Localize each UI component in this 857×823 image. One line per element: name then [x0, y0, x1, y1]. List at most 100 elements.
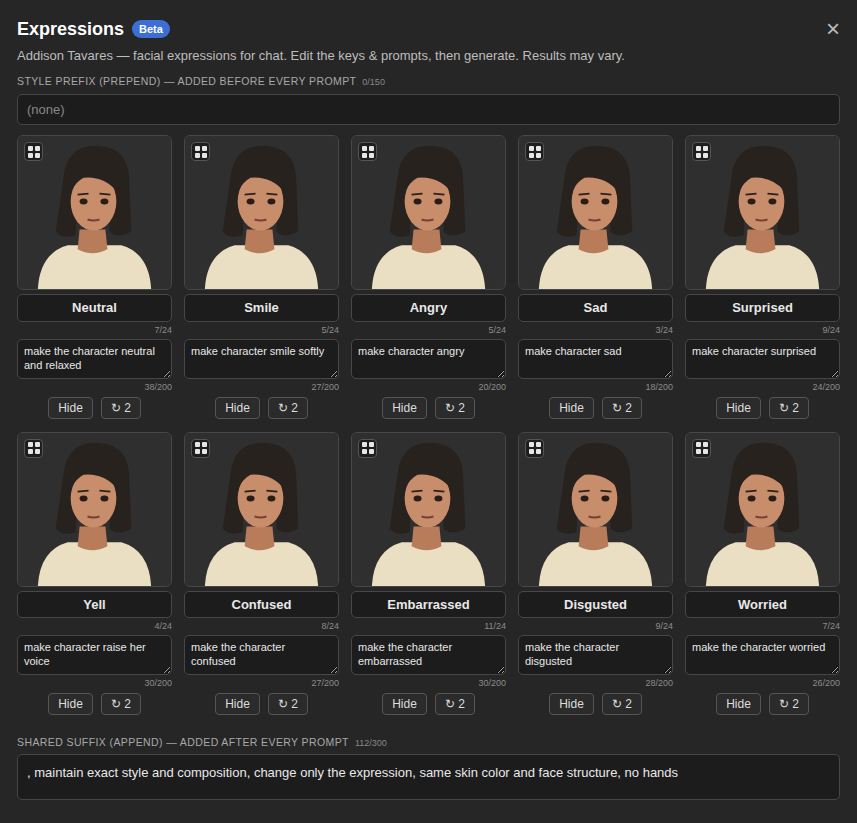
regenerate-count: 2 [458, 401, 465, 415]
regenerate-button[interactable]: ↻ 2 [101, 397, 141, 419]
prompt-count: 30/200 [17, 677, 172, 690]
key-count: 9/24 [518, 620, 673, 633]
regenerate-button[interactable]: ↻ 2 [769, 397, 809, 419]
hide-button[interactable]: Hide [215, 693, 260, 715]
hide-button[interactable]: Hide [215, 397, 260, 419]
regenerate-button[interactable]: ↻ 2 [101, 693, 141, 715]
prefix-input[interactable] [17, 94, 840, 125]
prompt-count: 38/200 [17, 381, 172, 394]
prompt-input[interactable]: make character raise her voice [17, 635, 172, 675]
key-input[interactable] [351, 591, 506, 619]
prompt-input[interactable]: make the character confused [184, 635, 339, 675]
expression-image[interactable] [17, 432, 172, 587]
grid-icon[interactable] [191, 439, 210, 458]
prompt-input[interactable]: make the character neutral and relaxed [17, 339, 172, 379]
regenerate-count: 2 [458, 697, 465, 711]
prompt-input[interactable]: make character angry [351, 339, 506, 379]
expression-grid: 7/24make the character neutral and relax… [17, 135, 840, 715]
expression-image[interactable] [685, 135, 840, 290]
grid-icon[interactable] [24, 142, 43, 161]
hide-button[interactable]: Hide [48, 693, 93, 715]
regenerate-button[interactable]: ↻ 2 [435, 397, 475, 419]
hide-button[interactable]: Hide [48, 397, 93, 419]
key-input[interactable] [17, 294, 172, 322]
grid-icon[interactable] [692, 439, 711, 458]
suffix-count: 112/300 [355, 738, 387, 748]
prefix-count: 0/150 [362, 77, 385, 87]
hide-button[interactable]: Hide [549, 693, 594, 715]
prefix-label-text: STYLE PREFIX (PREPEND) — ADDED BEFORE EV… [17, 75, 356, 87]
grid-icon[interactable] [358, 142, 377, 161]
prompt-count: 20/200 [351, 381, 506, 394]
expression-image[interactable] [184, 432, 339, 587]
expression-card: 7/24make the character worried26/200Hide… [685, 432, 840, 716]
key-input[interactable] [17, 591, 172, 619]
prompt-input[interactable]: make the character embarrassed [351, 635, 506, 675]
expression-card: 4/24make character raise her voice30/200… [17, 432, 172, 716]
regenerate-count: 2 [124, 697, 131, 711]
hide-button[interactable]: Hide [716, 397, 761, 419]
hide-button[interactable]: Hide [549, 397, 594, 419]
expression-image[interactable] [685, 432, 840, 587]
card-actions: Hide ↻ 2 [518, 397, 673, 419]
regenerate-count: 2 [792, 697, 799, 711]
regenerate-icon: ↻ [111, 697, 121, 711]
regenerate-button[interactable]: ↻ 2 [268, 693, 308, 715]
regenerate-button[interactable]: ↻ 2 [602, 693, 642, 715]
card-actions: Hide ↻ 2 [685, 693, 840, 715]
regenerate-icon: ↻ [779, 401, 789, 415]
prompt-input[interactable]: make character smile softly [184, 339, 339, 379]
expression-card: 5/24make character smile softly27/200Hid… [184, 135, 339, 419]
regenerate-icon: ↻ [278, 401, 288, 415]
grid-icon[interactable] [358, 439, 377, 458]
regenerate-icon: ↻ [779, 697, 789, 711]
key-input[interactable] [184, 591, 339, 619]
expression-image[interactable] [351, 432, 506, 587]
key-input[interactable] [518, 591, 673, 619]
regenerate-button[interactable]: ↻ 2 [769, 693, 809, 715]
grid-icon[interactable] [525, 142, 544, 161]
expression-image[interactable] [351, 135, 506, 290]
regenerate-count: 2 [625, 401, 632, 415]
regenerate-icon: ↻ [612, 401, 622, 415]
key-input[interactable] [351, 294, 506, 322]
card-actions: Hide ↻ 2 [17, 397, 172, 419]
key-count: 8/24 [184, 620, 339, 633]
prompt-count: 30/200 [351, 677, 506, 690]
prompt-input[interactable]: make the character disgusted [518, 635, 673, 675]
grid-icon[interactable] [525, 439, 544, 458]
expression-image[interactable] [184, 135, 339, 290]
prefix-label: STYLE PREFIX (PREPEND) — ADDED BEFORE EV… [17, 74, 840, 89]
regenerate-button[interactable]: ↻ 2 [435, 693, 475, 715]
expression-image[interactable] [518, 135, 673, 290]
suffix-input[interactable]: , maintain exact style and composition, … [17, 754, 840, 800]
subtitle: Addison Tavares — facial expressions for… [17, 47, 840, 65]
key-input[interactable] [685, 294, 840, 322]
regenerate-button[interactable]: ↻ 2 [268, 397, 308, 419]
key-count: 5/24 [184, 324, 339, 337]
prompt-input[interactable]: make the character worried [685, 635, 840, 675]
grid-icon[interactable] [191, 142, 210, 161]
beta-badge: Beta [132, 20, 170, 38]
hide-button[interactable]: Hide [382, 693, 427, 715]
close-button[interactable]: × [824, 19, 842, 39]
expression-image[interactable] [518, 432, 673, 587]
regenerate-button[interactable]: ↻ 2 [602, 397, 642, 419]
grid-icon[interactable] [692, 142, 711, 161]
prompt-count: 27/200 [184, 677, 339, 690]
title-group: Expressions Beta [17, 17, 170, 41]
prompt-input[interactable]: make character sad [518, 339, 673, 379]
expression-card: 11/24make the character embarrassed30/20… [351, 432, 506, 716]
key-input[interactable] [518, 294, 673, 322]
card-actions: Hide ↻ 2 [351, 693, 506, 715]
modal-title: Expressions [17, 17, 124, 41]
key-input[interactable] [184, 294, 339, 322]
key-input[interactable] [685, 591, 840, 619]
hide-button[interactable]: Hide [716, 693, 761, 715]
hide-button[interactable]: Hide [382, 397, 427, 419]
suffix-label: SHARED SUFFIX (APPEND) — ADDED AFTER EVE… [17, 735, 840, 750]
modal-header: Expressions Beta × [17, 17, 840, 41]
expression-image[interactable] [17, 135, 172, 290]
grid-icon[interactable] [24, 439, 43, 458]
prompt-input[interactable]: make character surprised [685, 339, 840, 379]
